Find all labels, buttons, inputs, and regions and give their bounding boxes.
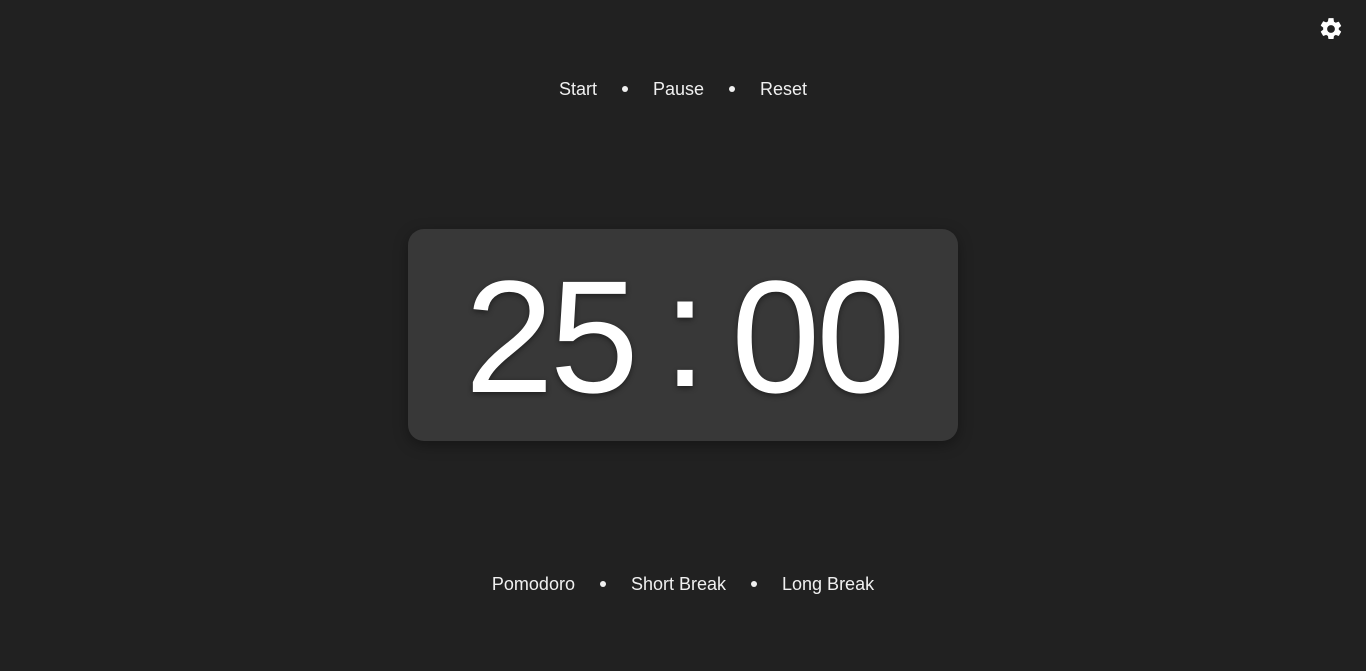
gear-icon	[1320, 18, 1342, 40]
timer-separator: :	[662, 241, 707, 420]
separator-dot	[751, 581, 758, 587]
timer-controls: Start Pause Reset	[0, 76, 1366, 102]
reset-button[interactable]: Reset	[758, 79, 809, 100]
short-break-mode-button[interactable]: Short Break	[629, 574, 728, 595]
long-break-mode-button[interactable]: Long Break	[780, 574, 876, 595]
timer-minutes: 25	[464, 247, 639, 426]
separator-dot	[729, 86, 736, 92]
timer-card: 25 : 00	[408, 229, 958, 441]
mode-selector: Pomodoro Short Break Long Break	[0, 571, 1366, 597]
timer-display: 25 : 00	[464, 247, 905, 426]
timer-seconds: 00	[731, 247, 905, 426]
pomodoro-page: Start Pause Reset 25 : 00 Pomodoro Short…	[0, 0, 1366, 671]
separator-dot	[621, 86, 628, 92]
pomodoro-mode-button[interactable]: Pomodoro	[490, 574, 577, 595]
settings-button[interactable]	[1316, 14, 1346, 44]
separator-dot	[599, 581, 606, 587]
start-button[interactable]: Start	[557, 79, 599, 100]
pause-button[interactable]: Pause	[651, 79, 706, 100]
